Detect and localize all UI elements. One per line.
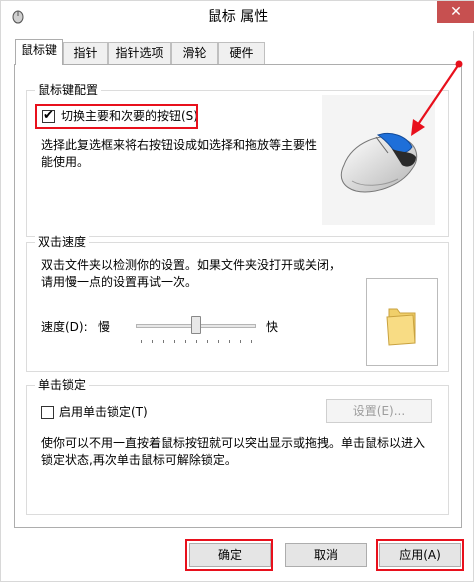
swap-highlight-box (35, 104, 198, 129)
folder-icon (386, 308, 416, 346)
slider-tick (174, 340, 175, 343)
click-lock-label: 单击锁定 (35, 377, 90, 393)
tab-label: 指针选项 (115, 46, 164, 60)
speed-label: 速度(D): (41, 320, 88, 334)
slider-tick (141, 340, 142, 343)
slider-tick (163, 340, 164, 343)
close-button[interactable]: ✕ (437, 1, 474, 23)
double-click-label: 双击速度 (35, 234, 90, 250)
slider-tick (185, 340, 186, 343)
click-lock-description: 使你可以不用一直按着鼠标按钮就可以突出显示或拖拽。单击鼠标以进入锁定状态,再次单… (41, 436, 426, 467)
click-lock-settings-button[interactable]: 设置(E)... (326, 399, 432, 423)
test-folder-area[interactable] (366, 278, 438, 366)
slider-tick (207, 340, 208, 343)
slider-tick (229, 340, 230, 343)
slider-tick (196, 340, 197, 343)
mouse-properties-window: 鼠标 属性 ✕ 鼠标键 指针 指针选项 滑轮 硬件 鼠标键配置 ✔ 切换主要和次… (0, 0, 474, 582)
slider-tick (152, 340, 153, 343)
speed-slider-thumb[interactable] (191, 316, 201, 334)
slider-tick (218, 340, 219, 343)
slider-tick (251, 340, 252, 343)
annotation-arrow-icon (411, 60, 463, 136)
fast-label: 快 (266, 320, 279, 334)
click-lock-checkbox[interactable] (41, 406, 54, 419)
close-icon: ✕ (450, 4, 462, 20)
title-bar: 鼠标 属性 ✕ (1, 1, 474, 31)
apply-highlight-box (376, 539, 464, 571)
swap-buttons-description: 选择此复选框来将右按钮设成如选择和拖放等主要性能使用。 (41, 138, 318, 169)
click-lock-checkbox-label[interactable]: 启用单击锁定(T) (59, 404, 148, 421)
tab-label: 指针 (73, 46, 98, 60)
tab-label: 硬件 (229, 46, 254, 60)
tab-pointers[interactable]: 指针 (63, 42, 108, 64)
tab-label: 鼠标键 (20, 43, 57, 57)
speed-slider-ticks (141, 340, 253, 344)
button-config-label: 鼠标键配置 (35, 82, 102, 98)
ok-highlight-box (185, 539, 273, 571)
cancel-button[interactable]: 取消 (285, 543, 367, 567)
window-title: 鼠标 属性 (207, 9, 269, 25)
slider-tick (240, 340, 241, 343)
double-click-description: 双击文件夹以检测你的设置。如果文件夹没打开或关闭，请用慢一点的设置再试一次。 (41, 258, 342, 289)
tab-hardware[interactable]: 硬件 (218, 42, 265, 64)
tab-buttons[interactable]: 鼠标键 (15, 39, 63, 65)
tab-pointer-options[interactable]: 指针选项 (108, 42, 171, 64)
tab-wheel[interactable]: 滑轮 (171, 42, 218, 64)
slow-label: 慢 (98, 320, 111, 334)
tab-panel-buttons: 鼠标键配置 ✔ 切换主要和次要的按钮(S) 选择此复选框来将右按钮设成如选择和拖… (14, 64, 462, 528)
tab-label: 滑轮 (182, 46, 207, 60)
